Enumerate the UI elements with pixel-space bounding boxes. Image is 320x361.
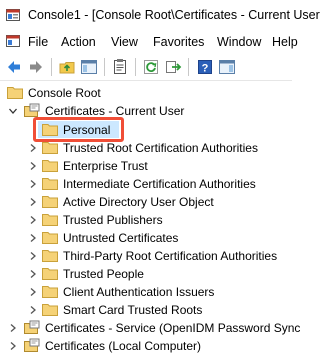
chevron-right-icon[interactable] xyxy=(28,269,38,279)
tree-item-personal[interactable]: Personal xyxy=(0,121,292,139)
tree-label: Intermediate Certification Authorities xyxy=(63,177,256,191)
tree-item-trusted-people[interactable]: Trusted People xyxy=(0,265,292,283)
show-action-pane-icon[interactable] xyxy=(218,58,236,76)
tree-item-console-root[interactable]: Console Root xyxy=(0,84,292,102)
tree-label: Certificates - Current User xyxy=(45,104,185,118)
chevron-right-icon[interactable] xyxy=(8,323,18,333)
tree-label: Trusted Publishers xyxy=(63,213,163,227)
tree-label: Untrusted Certificates xyxy=(63,231,179,245)
back-icon[interactable] xyxy=(5,58,23,76)
tree-item-intermediate-ca[interactable]: Intermediate Certification Authorities xyxy=(0,175,292,193)
folder-icon xyxy=(42,286,58,298)
chevron-right-icon[interactable] xyxy=(28,197,38,207)
chevron-right-icon[interactable] xyxy=(28,161,38,171)
tree-label: Trusted People xyxy=(63,267,144,281)
chevron-right-icon[interactable] xyxy=(28,287,38,297)
folder-icon xyxy=(42,214,58,226)
chevron-right-icon[interactable] xyxy=(28,215,38,225)
tree-item-third-party-root-ca[interactable]: Third-Party Root Certification Authoriti… xyxy=(0,247,292,265)
certificate-store-icon xyxy=(24,103,40,117)
tree-item-enterprise-trust[interactable]: Enterprise Trust xyxy=(0,157,292,175)
toolbar-separator xyxy=(51,58,52,76)
chevron-right-icon[interactable] xyxy=(28,233,38,243)
tree-item-trusted-root[interactable]: Trusted Root Certification Authorities xyxy=(0,139,292,157)
folder-icon xyxy=(7,87,23,99)
toolbar-separator xyxy=(188,58,189,76)
menu-bar: File Action View Favorites Window Help xyxy=(0,31,298,53)
refresh-icon[interactable] xyxy=(142,58,160,76)
menu-favorites[interactable]: Favorites xyxy=(153,35,204,49)
toolbar-separator xyxy=(135,58,136,76)
tree-label: Client Authentication Issuers xyxy=(63,285,215,299)
folder-icon xyxy=(42,124,58,136)
menu-window[interactable]: Window xyxy=(217,35,261,49)
folder-icon xyxy=(42,250,58,262)
show-hide-tree-icon[interactable] xyxy=(80,58,98,76)
tree-label: Active Directory User Object xyxy=(63,195,214,209)
folder-icon xyxy=(42,178,58,190)
folder-icon xyxy=(42,268,58,280)
chevron-right-icon[interactable] xyxy=(28,143,38,153)
tree-label: Certificates (Local Computer) xyxy=(45,339,202,353)
tree-item-certificates-service[interactable]: Certificates - Service (OpenIDM Password… xyxy=(0,319,300,337)
tree-label: Enterprise Trust xyxy=(63,159,148,173)
menu-file[interactable]: File xyxy=(28,35,48,49)
chevron-down-icon[interactable] xyxy=(8,106,18,116)
certificate-store-icon xyxy=(24,320,40,334)
menu-view[interactable]: View xyxy=(111,35,138,49)
tree-label: Console Root xyxy=(28,86,101,100)
folder-icon xyxy=(42,304,58,316)
folder-icon xyxy=(42,142,58,154)
chevron-right-icon[interactable] xyxy=(8,341,18,351)
tree-item-untrusted-certificates[interactable]: Untrusted Certificates xyxy=(0,229,292,247)
tree-item-active-directory-user-object[interactable]: Active Directory User Object xyxy=(0,193,292,211)
folder-icon xyxy=(42,196,58,208)
tree-item-client-authentication-issuers[interactable]: Client Authentication Issuers xyxy=(0,283,292,301)
properties-icon[interactable] xyxy=(111,58,129,76)
tree-label: Third-Party Root Certification Authoriti… xyxy=(63,249,278,263)
chevron-right-icon[interactable] xyxy=(28,179,38,189)
window-title: Console1 - [Console Root\Certificates - … xyxy=(28,8,320,22)
help-icon[interactable]: ? xyxy=(196,58,214,76)
toolbar: ? xyxy=(0,53,292,81)
mmc-console-icon xyxy=(6,9,20,21)
tree-label: Smart Card Trusted Roots xyxy=(63,303,203,317)
export-list-icon[interactable] xyxy=(164,58,182,76)
tree-item-smart-card-trusted-roots[interactable]: Smart Card Trusted Roots xyxy=(0,301,292,319)
folder-icon xyxy=(42,160,58,172)
folder-icon xyxy=(42,232,58,244)
chevron-right-icon[interactable] xyxy=(28,305,38,315)
menu-action[interactable]: Action xyxy=(61,35,96,49)
tree-label: Certificates - Service (OpenIDM Password… xyxy=(45,321,301,335)
tree-label: Trusted Root Certification Authorities xyxy=(63,141,258,155)
title-bar: Console1 - [Console Root\Certificates - … xyxy=(0,0,320,31)
toolbar-separator xyxy=(104,58,105,76)
up-folder-icon[interactable] xyxy=(58,58,76,76)
console-menu-icon[interactable] xyxy=(6,34,20,48)
chevron-right-icon[interactable] xyxy=(28,251,38,261)
svg-text:?: ? xyxy=(202,63,209,75)
tree-label: Personal xyxy=(63,123,111,137)
tree-item-certificates-local-computer[interactable]: Certificates (Local Computer) xyxy=(0,337,292,355)
certificate-store-icon xyxy=(24,338,40,352)
menu-help[interactable]: Help xyxy=(272,35,298,49)
forward-icon[interactable] xyxy=(27,58,45,76)
tree-item-trusted-publishers[interactable]: Trusted Publishers xyxy=(0,211,292,229)
